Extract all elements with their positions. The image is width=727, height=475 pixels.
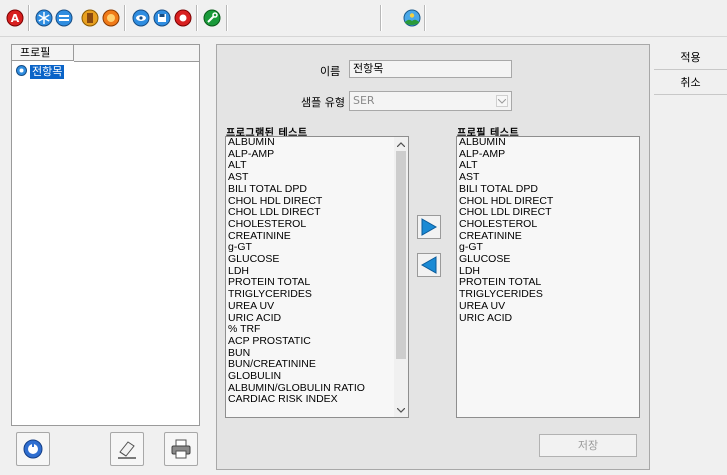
list-item[interactable]: CREATININE <box>457 230 639 243</box>
programmed-tests-list[interactable]: ALBUMIN ALP-AMP ALT AST BILI TOTAL DPD CHOL H… <box>225 136 409 418</box>
disk-icon[interactable] <box>152 8 171 27</box>
print-button[interactable] <box>164 432 198 466</box>
tree-item-label: 전항목 <box>30 65 65 79</box>
list-item[interactable]: ALP-AMP <box>457 148 639 161</box>
save-button[interactable]: 저장 <box>539 434 637 457</box>
edit-profile-button[interactable] <box>110 432 144 466</box>
tree-header: 프로필 <box>12 45 74 61</box>
list-item[interactable]: CHOLESTEROL <box>457 218 639 231</box>
list-item[interactable]: UREA UV <box>226 300 408 313</box>
database-icon[interactable] <box>54 8 73 27</box>
sample-type-select[interactable]: SER <box>349 91 512 111</box>
list-item[interactable]: CARDIAC RISK INDEX <box>226 394 408 406</box>
cancel-button[interactable]: 취소 <box>654 72 727 95</box>
eraser-icon <box>118 441 136 459</box>
settings-wheel-icon[interactable] <box>101 8 120 27</box>
list-item[interactable]: BILI TOTAL DPD <box>457 183 639 196</box>
remove-test-button[interactable] <box>417 253 441 277</box>
toolbar: A <box>0 0 727 37</box>
record-icon[interactable] <box>173 8 192 27</box>
list-item[interactable]: URIC ACID <box>457 312 639 325</box>
scroll-down-icon[interactable] <box>394 404 408 416</box>
alert-icon[interactable]: A <box>5 8 24 27</box>
list-item[interactable]: GLUCOSE <box>226 253 408 266</box>
add-test-button[interactable] <box>417 215 441 239</box>
chevron-down-icon <box>496 95 508 107</box>
list-item[interactable]: ALT <box>457 160 639 172</box>
name-field[interactable]: 전항목 <box>349 60 512 78</box>
list-item[interactable]: CHOLESTEROL <box>226 218 408 231</box>
sample-type-label: 샘플 유형 <box>301 96 345 109</box>
new-icon <box>23 439 43 459</box>
profile-icon <box>16 65 27 79</box>
list-item[interactable]: ALBUMIN <box>457 137 639 149</box>
new-profile-button[interactable] <box>16 432 50 466</box>
list-item[interactable]: ALBUMIN <box>226 137 408 149</box>
list-item[interactable]: GLUCOSE <box>457 253 639 266</box>
landscape-icon[interactable] <box>402 8 421 27</box>
list-item[interactable]: ACP PROSTATIC <box>226 335 408 348</box>
profile-editor: 이름 전항목 샘플 유형 SER 프로그램된 테스트 ALBUMIN ALP-AM… <box>216 44 650 470</box>
list-item[interactable]: BILI TOTAL DPD <box>226 183 408 196</box>
profile-tree: 프로필 전항목 <box>11 44 200 426</box>
list-item[interactable]: ALP-AMP <box>226 148 408 161</box>
list-item[interactable]: CREATININE <box>226 230 408 243</box>
scroll-up-icon[interactable] <box>394 138 408 150</box>
list-item[interactable]: ALT <box>226 160 408 172</box>
list-item[interactable]: UREA UV <box>457 300 639 313</box>
eye-icon[interactable] <box>131 8 150 27</box>
printer-icon <box>171 439 191 459</box>
arrow-right-icon <box>421 218 437 236</box>
arrow-left-icon <box>421 256 437 274</box>
scroll-thumb[interactable] <box>396 151 406 359</box>
name-label: 이름 <box>320 65 341 78</box>
profile-tests-list[interactable]: ALBUMIN ALP-AMP ALT AST BILI TOTAL DPD CHOL H… <box>456 136 640 418</box>
list-item[interactable]: GLOBULIN <box>226 370 408 383</box>
exit-icon[interactable] <box>80 8 99 27</box>
scrollbar[interactable] <box>394 137 408 417</box>
snowflake-icon[interactable] <box>34 8 53 27</box>
svg-text:A: A <box>10 12 19 25</box>
tree-item-all-items[interactable]: 전항목 <box>16 65 65 79</box>
tool-icon[interactable] <box>202 8 221 27</box>
apply-button[interactable]: 적용 <box>654 47 727 70</box>
